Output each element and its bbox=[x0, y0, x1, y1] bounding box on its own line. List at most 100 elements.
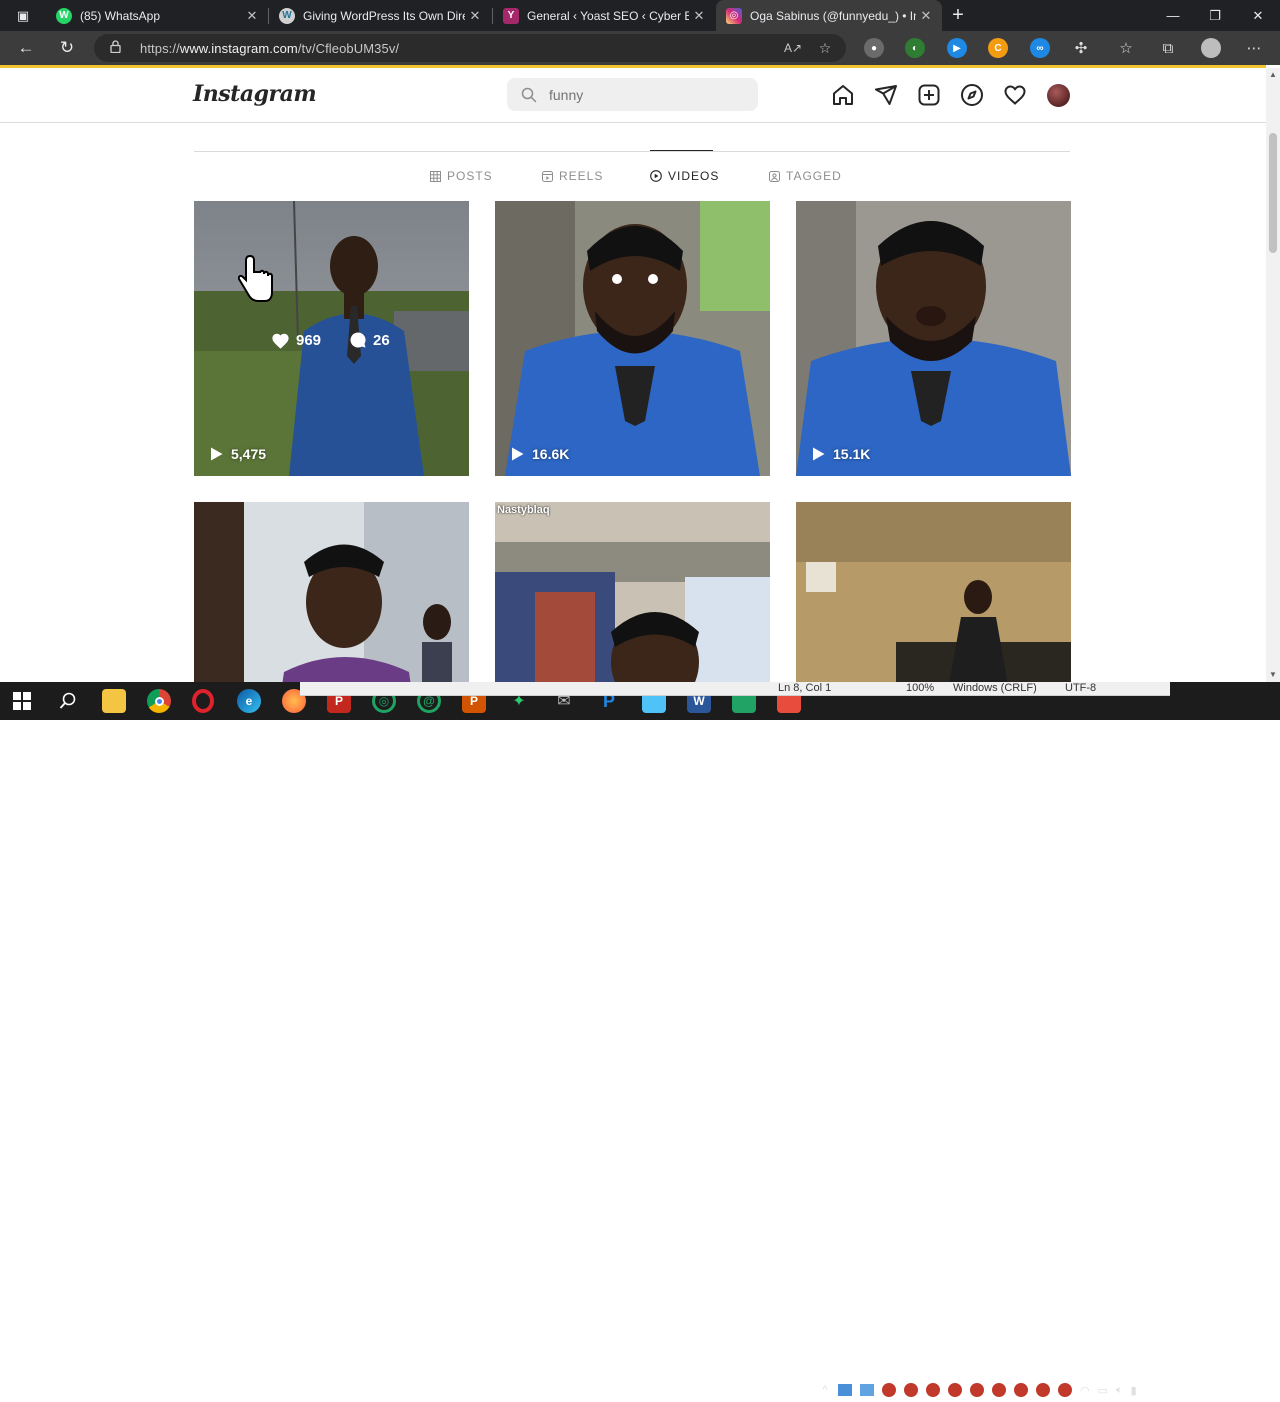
read-aloud-icon[interactable]: A↗ bbox=[780, 34, 806, 62]
windows-start-icon[interactable] bbox=[10, 689, 34, 713]
video-thumbnail[interactable] bbox=[796, 502, 1071, 682]
tray-app-icon[interactable] bbox=[882, 1383, 896, 1397]
system-tray: ^ ◠ ▭ 🔈︎ ▮ bbox=[816, 1378, 1141, 1402]
wifi-icon[interactable]: ◠ bbox=[1080, 1384, 1090, 1397]
tab-label: TAGGED bbox=[786, 169, 842, 183]
comments-count: 26 bbox=[349, 331, 390, 349]
network-icon[interactable]: ▭ bbox=[1098, 1384, 1108, 1397]
browser-tab-yoast[interactable]: Y General ‹ Yoast SEO ‹ Cyber Elias ✕ bbox=[493, 0, 715, 31]
tab-label: POSTS bbox=[447, 169, 493, 183]
url-host: www.instagram.com bbox=[179, 40, 298, 56]
tab-reels[interactable]: REELS bbox=[542, 168, 603, 184]
profile-avatar[interactable] bbox=[1196, 31, 1226, 65]
refresh-icon[interactable]: ↻ bbox=[50, 31, 84, 65]
close-tab-icon[interactable]: ✕ bbox=[465, 8, 485, 24]
volume-icon[interactable]: 🔈︎ bbox=[1116, 1384, 1123, 1397]
tab-label: REELS bbox=[559, 169, 604, 183]
engagement-counts: 969 26 bbox=[271, 331, 418, 349]
close-tab-icon[interactable]: ✕ bbox=[242, 8, 262, 24]
scroll-down-icon[interactable]: ▼ bbox=[1266, 668, 1280, 682]
browser-tab-whatsapp[interactable]: W (85) WhatsApp ✕ bbox=[46, 0, 268, 31]
video-thumbnail-image bbox=[796, 201, 1071, 476]
tray-app-icon[interactable] bbox=[904, 1383, 918, 1397]
video-thumbnail-image bbox=[194, 502, 469, 682]
editor-status-bar: Ln 8, Col 1 100% Windows (CRLF) UTF-8 bbox=[300, 682, 1170, 696]
grid-icon bbox=[430, 170, 441, 182]
extension-link-icon[interactable]: ∞ bbox=[1030, 38, 1050, 58]
close-window-icon[interactable]: ✕ bbox=[1237, 0, 1279, 31]
tray-expand-icon[interactable]: ^ bbox=[816, 1384, 834, 1396]
page-scrollbar[interactable]: ▲ ▼ bbox=[1266, 68, 1280, 682]
views-value: 5,475 bbox=[231, 446, 267, 462]
restore-icon[interactable]: ❐ bbox=[1194, 0, 1236, 31]
battery-icon[interactable]: ▮ bbox=[1131, 1384, 1137, 1397]
file-encoding[interactable]: UTF-8 bbox=[1065, 682, 1096, 695]
explore-compass-icon[interactable] bbox=[959, 82, 985, 108]
direct-message-icon[interactable] bbox=[873, 82, 899, 108]
browser-tab-instagram[interactable]: ◎ Oga Sabinus (@funnyedu_) • Insta ✕ bbox=[716, 0, 942, 31]
instagram-logo[interactable]: Instagram bbox=[193, 81, 317, 107]
tray-app-icon[interactable] bbox=[948, 1383, 962, 1397]
profile-avatar[interactable] bbox=[1047, 84, 1070, 107]
address-bar[interactable]: https://www.instagram.com/tv/CfleobUM35v… bbox=[94, 34, 846, 62]
tab-videos[interactable]: VIDEOS bbox=[650, 168, 719, 184]
likes-count: 969 bbox=[271, 332, 321, 349]
taskbar-clock[interactable]: 4:35 PM 7/4/2022 bbox=[1172, 1366, 1234, 1398]
zoom-level[interactable]: 100% bbox=[906, 682, 934, 695]
tab-posts[interactable]: POSTS bbox=[430, 168, 493, 184]
cursor-position[interactable]: Ln 8, Col 1 bbox=[778, 682, 831, 695]
video-thumbnail[interactable]: Nastyblaq bbox=[495, 502, 770, 682]
extension-shield-icon[interactable]: ● bbox=[864, 38, 884, 58]
new-post-icon[interactable] bbox=[916, 82, 942, 108]
file-explorer-icon[interactable] bbox=[102, 689, 126, 713]
tray-app-icon[interactable] bbox=[992, 1383, 1006, 1397]
new-tab-button[interactable]: + bbox=[942, 0, 974, 31]
tab-actions-icon[interactable]: ▣ bbox=[6, 0, 40, 31]
extensions-icon[interactable]: ✣ bbox=[1066, 31, 1096, 65]
tab-label: VIDEOS bbox=[668, 169, 720, 183]
tray-app-icon[interactable] bbox=[970, 1383, 984, 1397]
collections-icon[interactable]: ⧉ bbox=[1153, 31, 1183, 65]
favorite-star-icon[interactable]: ☆ bbox=[812, 34, 838, 62]
tab-title: Oga Sabinus (@funnyedu_) • Insta bbox=[750, 8, 916, 23]
notifications-icon[interactable]: ▤ bbox=[1238, 1372, 1262, 1394]
comment-icon bbox=[350, 332, 366, 348]
search-icon[interactable] bbox=[56, 689, 80, 713]
video-thumbnail[interactable] bbox=[194, 502, 469, 682]
lock-icon bbox=[110, 40, 124, 56]
browser-tab-strip: ▣ W (85) WhatsApp ✕ W Giving WordPress I… bbox=[0, 0, 1280, 31]
tray-app-icon[interactable] bbox=[1014, 1383, 1028, 1397]
edge-icon[interactable]: e bbox=[237, 689, 261, 713]
browser-tab-wordpress[interactable]: W Giving WordPress Its Own Directo ✕ bbox=[269, 0, 491, 31]
tray-app-icon[interactable] bbox=[860, 1384, 874, 1396]
search-input[interactable] bbox=[549, 86, 729, 103]
url-scheme: https:// bbox=[140, 40, 180, 56]
close-tab-icon[interactable]: ✕ bbox=[689, 8, 709, 24]
tray-app-icon[interactable] bbox=[1036, 1383, 1050, 1397]
chrome-icon[interactable] bbox=[147, 689, 171, 713]
opera-icon[interactable] bbox=[192, 689, 214, 713]
extension-play-icon[interactable]: ▶ bbox=[947, 38, 967, 58]
video-thumbnail[interactable]: 969 26 5,475 bbox=[194, 201, 469, 476]
scroll-up-icon[interactable]: ▲ bbox=[1266, 68, 1280, 82]
video-thumbnail[interactable]: 16.6K bbox=[495, 201, 770, 476]
tray-app-icon[interactable] bbox=[838, 1384, 852, 1396]
active-tab-indicator bbox=[650, 150, 713, 151]
home-icon[interactable] bbox=[830, 82, 856, 108]
back-icon[interactable]: ← bbox=[9, 31, 43, 65]
favorites-icon[interactable]: ☆ bbox=[1111, 31, 1141, 65]
extension-globe-icon[interactable]: ◐ bbox=[905, 38, 925, 58]
line-ending[interactable]: Windows (CRLF) bbox=[953, 682, 1037, 695]
scrollbar-thumb[interactable] bbox=[1269, 133, 1277, 253]
extension-coin-icon[interactable]: C bbox=[988, 38, 1008, 58]
tab-title: (85) WhatsApp bbox=[80, 8, 161, 23]
tab-tagged[interactable]: TAGGED bbox=[769, 168, 842, 184]
close-tab-icon[interactable]: ✕ bbox=[916, 8, 936, 24]
minimize-icon[interactable]: — bbox=[1152, 0, 1194, 31]
more-menu-icon[interactable]: ⋯ bbox=[1239, 31, 1269, 65]
activity-heart-icon[interactable] bbox=[1002, 82, 1028, 108]
search-box[interactable] bbox=[507, 78, 758, 111]
tray-app-icon[interactable] bbox=[926, 1383, 940, 1397]
video-thumbnail[interactable]: 15.1K bbox=[796, 201, 1071, 476]
tray-app-icon[interactable] bbox=[1058, 1383, 1072, 1397]
